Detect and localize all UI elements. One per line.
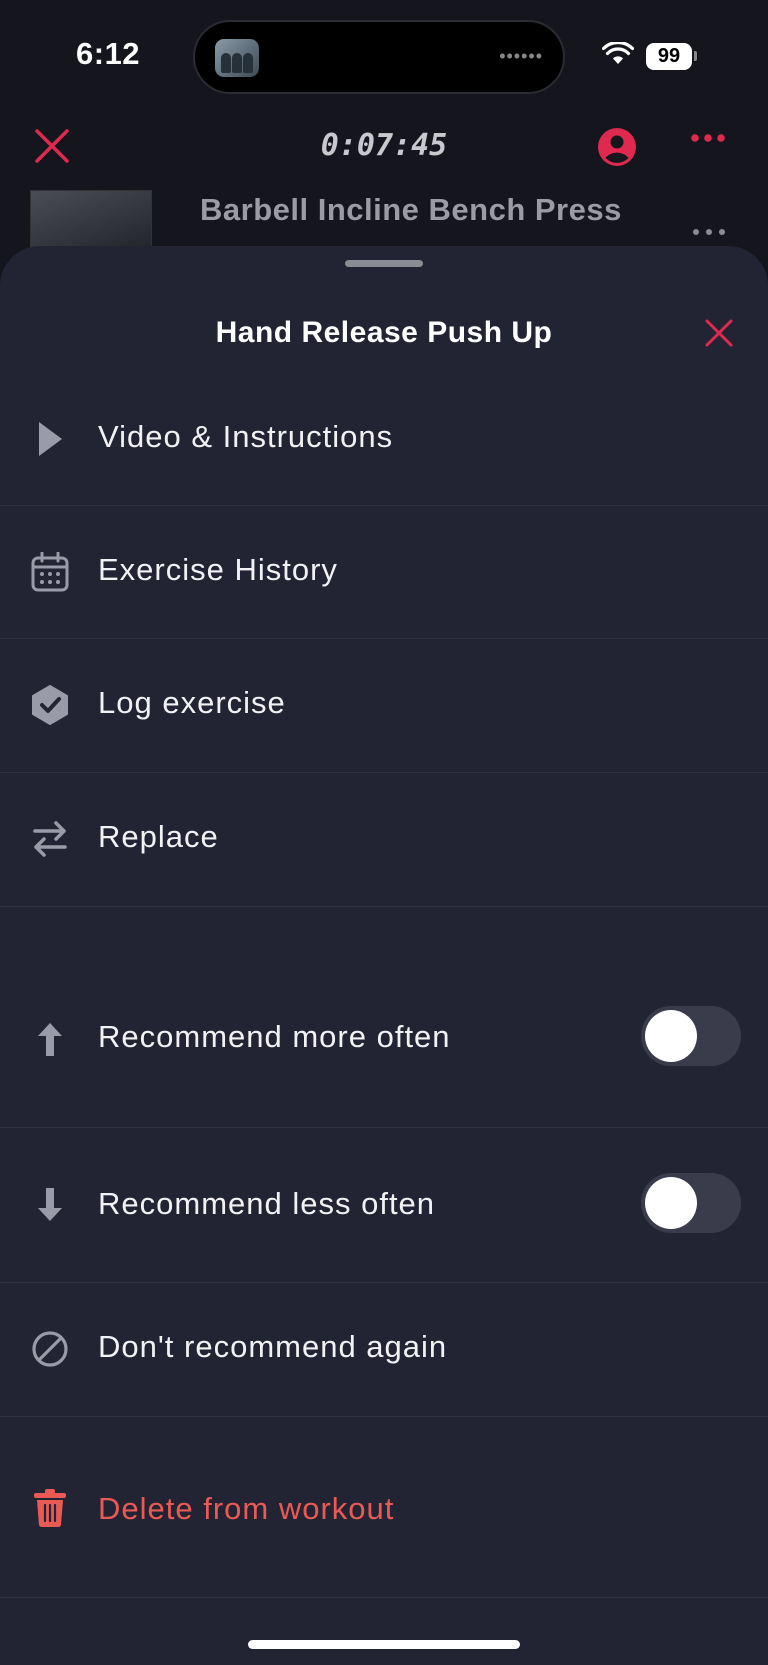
arrow-up-icon	[30, 1019, 70, 1059]
home-indicator[interactable]	[248, 1640, 520, 1649]
battery-indicator: 99	[646, 43, 692, 70]
dont-recommend-row[interactable]: Don't recommend again	[0, 1283, 768, 1417]
close-sheet-icon[interactable]	[704, 318, 734, 348]
dont-recommend-label: Don't recommend again	[98, 1329, 448, 1364]
exercise-history-label: Exercise History	[98, 552, 338, 587]
exercise-history-row[interactable]: Exercise History	[0, 506, 768, 639]
video-instructions-row[interactable]: Video & Instructions	[0, 372, 768, 506]
more-options-icon[interactable]	[690, 133, 726, 143]
sheet-title: Hand Release Push Up	[215, 316, 553, 349]
current-exercise-title[interactable]: Barbell Incline Bench Press	[200, 192, 622, 228]
play-icon	[30, 419, 70, 459]
replace-row[interactable]: Replace	[0, 773, 768, 907]
video-instructions-label: Video & Instructions	[98, 419, 394, 454]
now-playing-thumbnail	[215, 39, 259, 77]
profile-icon[interactable]	[598, 128, 636, 166]
battery-cap	[694, 51, 697, 61]
toggle-knob	[645, 1010, 697, 1062]
log-exercise-row[interactable]: Log exercise	[0, 639, 768, 773]
dynamic-island: ••••••	[193, 20, 565, 94]
recommend-less-row: Recommend less often	[0, 1128, 768, 1283]
delete-from-workout-label: Delete from workout	[98, 1491, 395, 1526]
waveform-icon: ••••••	[499, 46, 543, 66]
trash-icon	[30, 1488, 70, 1528]
recommend-less-label: Recommend less often	[98, 1186, 436, 1221]
recommend-more-row: Recommend more often	[0, 907, 768, 1128]
exercise-more-icon[interactable]	[692, 228, 726, 236]
swap-arrows-icon	[30, 819, 70, 859]
delete-from-workout-row[interactable]: Delete from workout	[0, 1417, 768, 1598]
recommend-more-label: Recommend more often	[98, 1019, 451, 1054]
check-badge-icon	[30, 685, 70, 725]
log-exercise-label: Log exercise	[98, 685, 286, 720]
status-time: 6:12	[76, 36, 141, 71]
wifi-icon	[602, 42, 634, 64]
workout-timer: 0:07:45	[320, 128, 448, 163]
recommend-less-toggle[interactable]	[641, 1173, 741, 1233]
arrow-down-icon	[30, 1185, 70, 1225]
toggle-knob	[645, 1177, 697, 1229]
sheet-drag-handle[interactable]	[345, 260, 423, 267]
replace-label: Replace	[98, 819, 219, 854]
exercise-options-sheet: Hand Release Push Up Video & Instruction…	[0, 246, 768, 1665]
block-icon	[30, 1329, 70, 1369]
calendar-icon	[30, 552, 70, 592]
recommend-more-toggle[interactable]	[641, 1006, 741, 1066]
